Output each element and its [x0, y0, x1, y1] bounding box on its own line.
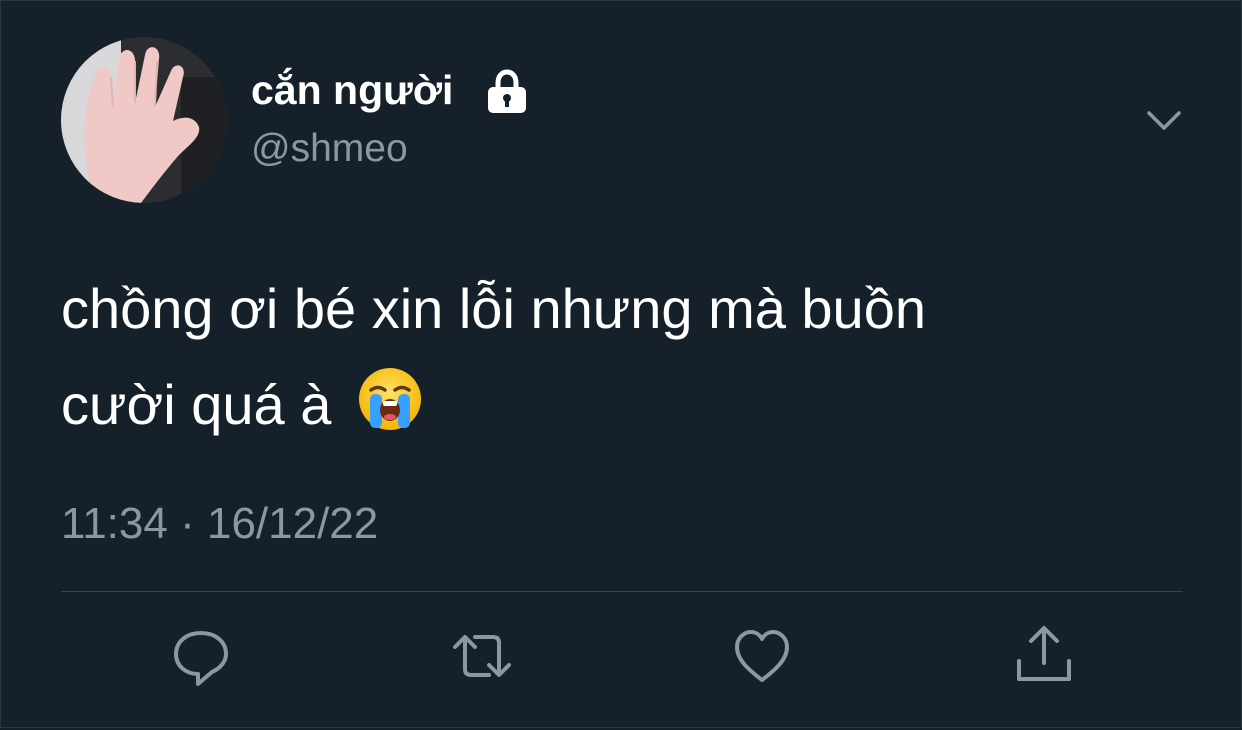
- retweet-icon: [453, 635, 511, 677]
- tweet-time: 11:34: [61, 499, 168, 548]
- lock-icon: [488, 69, 526, 113]
- loudly-crying-face-emoji: [358, 368, 421, 430]
- tweet-card: cắn người @shmeo chồng ơi bé xin lỗi như…: [0, 0, 1242, 728]
- share-button[interactable]: [1011, 623, 1077, 689]
- timestamp-separator: ·: [180, 499, 195, 548]
- tweet-text-line-2: cười quá à: [61, 357, 1181, 453]
- avatar[interactable]: [61, 37, 227, 203]
- user-handle[interactable]: @shmeo: [251, 127, 408, 171]
- display-name[interactable]: cắn người: [251, 67, 453, 114]
- reply-button[interactable]: [168, 623, 234, 689]
- tweet-text-line-1: chồng ơi bé xin lỗi nhưng mà buồn: [61, 277, 926, 340]
- tweet-text: chồng ơi bé xin lỗi nhưng mà buồn cười q…: [61, 261, 1181, 453]
- heart-icon: [735, 630, 789, 682]
- tweet-text-line-2-text: cười quá à: [61, 373, 332, 436]
- chevron-down-icon[interactable]: [1141, 101, 1187, 139]
- retweet-button[interactable]: [449, 623, 515, 689]
- like-button[interactable]: [729, 623, 795, 689]
- tweet-timestamp[interactable]: 11:34 · 16/12/22: [61, 499, 378, 549]
- reply-icon: [174, 631, 228, 686]
- divider: [61, 591, 1183, 592]
- tweet-date: 16/12/22: [206, 499, 379, 548]
- share-icon: [1017, 626, 1071, 681]
